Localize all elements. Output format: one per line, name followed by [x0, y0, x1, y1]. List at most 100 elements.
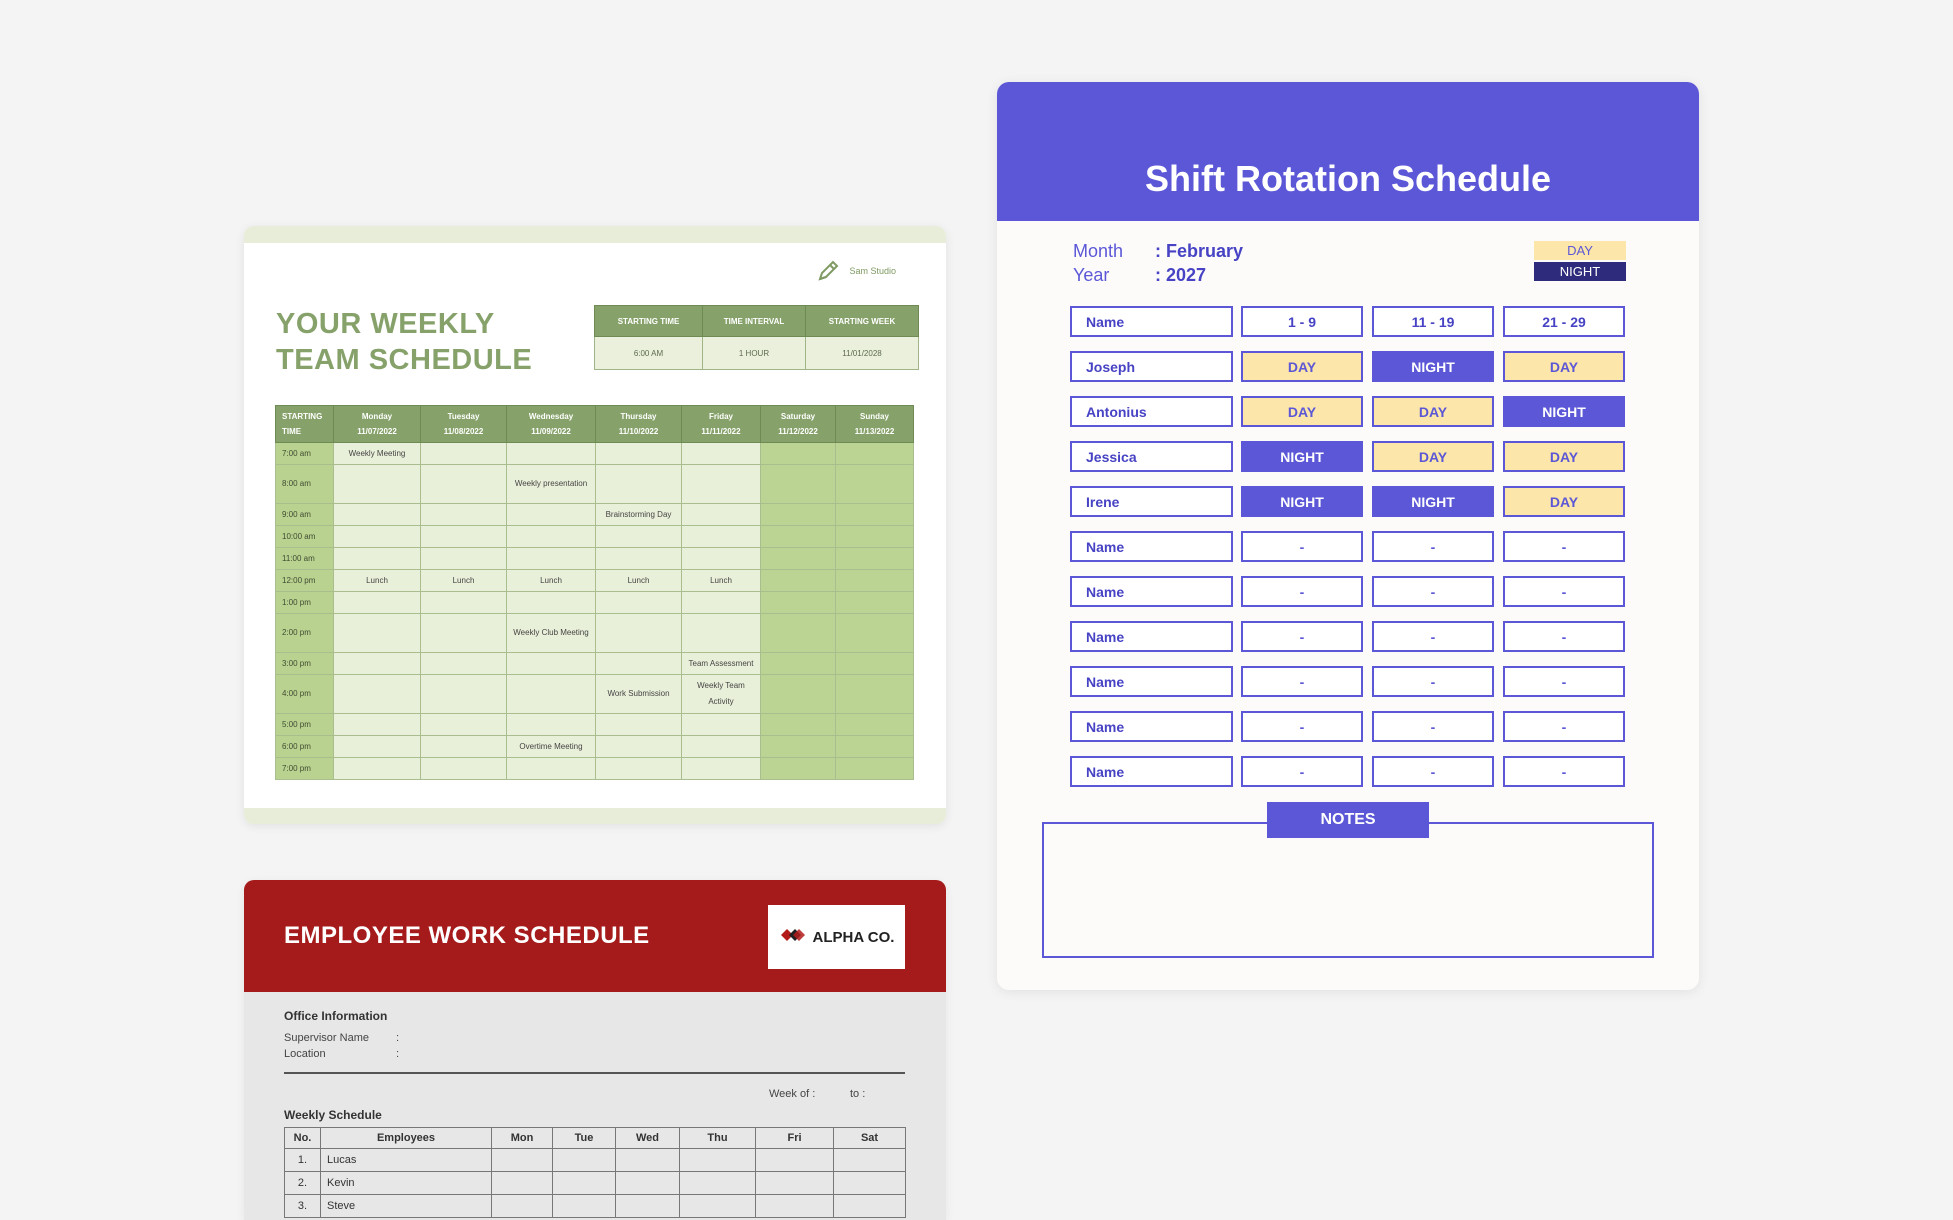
shift-cell[interactable]: DAY [1241, 396, 1363, 427]
employee-work-schedule-card[interactable]: EMPLOYEE WORK SCHEDULE ALPHA CO. Office … [244, 880, 946, 1220]
shift-cell[interactable]: - [1241, 621, 1363, 652]
shift-cell[interactable]: - [1503, 711, 1625, 742]
shift-cell[interactable]: NIGHT [1372, 486, 1494, 517]
employee-name-cell[interactable]: Name [1070, 531, 1233, 562]
schedule-cell[interactable] [333, 525, 421, 548]
schedule-cell[interactable] [835, 613, 914, 653]
schedule-cell[interactable] [760, 713, 836, 736]
schedule-cell[interactable]: Lunch [333, 569, 421, 592]
schedule-cell[interactable] [506, 757, 596, 780]
employee-name-cell[interactable]: Name [1070, 756, 1233, 787]
shift-cell[interactable] [755, 1148, 834, 1172]
shift-cell[interactable] [552, 1148, 616, 1172]
schedule-cell[interactable]: Brainstorming Day [595, 503, 682, 526]
shift-cell[interactable]: NIGHT [1241, 441, 1363, 472]
schedule-cell[interactable] [835, 674, 914, 714]
employee-name-cell[interactable]: Name [1070, 621, 1233, 652]
schedule-cell[interactable] [760, 613, 836, 653]
schedule-cell[interactable] [681, 735, 761, 758]
schedule-cell[interactable]: Weekly Club Meeting [506, 613, 596, 653]
schedule-cell[interactable] [333, 652, 421, 675]
schedule-cell[interactable] [420, 674, 507, 714]
shift-cell[interactable]: - [1503, 576, 1625, 607]
schedule-cell[interactable] [506, 525, 596, 548]
schedule-cell[interactable] [333, 757, 421, 780]
schedule-cell[interactable] [681, 713, 761, 736]
schedule-cell[interactable] [760, 547, 836, 570]
schedule-cell[interactable]: Weekly Team Activity [681, 674, 761, 714]
schedule-cell[interactable] [420, 757, 507, 780]
shift-cell[interactable]: DAY [1241, 351, 1363, 382]
schedule-cell[interactable] [835, 569, 914, 592]
shift-cell[interactable] [491, 1171, 553, 1195]
schedule-cell[interactable] [506, 652, 596, 675]
schedule-cell[interactable]: Weekly presentation [506, 464, 596, 504]
shift-cell[interactable] [491, 1148, 553, 1172]
schedule-cell[interactable]: Lunch [420, 569, 507, 592]
schedule-cell[interactable] [595, 613, 682, 653]
schedule-cell[interactable] [333, 591, 421, 614]
schedule-cell[interactable] [835, 757, 914, 780]
shift-cell[interactable] [615, 1194, 680, 1218]
schedule-cell[interactable]: Lunch [595, 569, 682, 592]
schedule-cell[interactable] [595, 713, 682, 736]
shift-cell[interactable]: - [1372, 531, 1494, 562]
shift-cell[interactable]: DAY [1503, 351, 1625, 382]
schedule-cell[interactable] [595, 525, 682, 548]
shift-cell[interactable]: NIGHT [1503, 396, 1625, 427]
schedule-cell[interactable] [420, 442, 507, 465]
employee-name-cell[interactable]: Jessica [1070, 441, 1233, 472]
schedule-cell[interactable] [760, 652, 836, 675]
shift-cell[interactable] [833, 1148, 906, 1172]
schedule-cell[interactable] [506, 442, 596, 465]
schedule-cell[interactable] [681, 591, 761, 614]
shift-cell[interactable]: - [1503, 531, 1625, 562]
shift-cell[interactable]: - [1241, 666, 1363, 697]
shift-cell[interactable] [833, 1194, 906, 1218]
schedule-cell[interactable] [681, 503, 761, 526]
shift-cell[interactable] [615, 1148, 680, 1172]
shift-cell[interactable]: - [1372, 621, 1494, 652]
schedule-cell[interactable] [333, 674, 421, 714]
shift-cell[interactable] [755, 1171, 834, 1195]
schedule-cell[interactable] [595, 652, 682, 675]
schedule-cell[interactable] [595, 547, 682, 570]
schedule-cell[interactable] [681, 442, 761, 465]
shift-cell[interactable]: DAY [1372, 441, 1494, 472]
schedule-cell[interactable] [420, 547, 507, 570]
schedule-cell[interactable]: Overtime Meeting [506, 735, 596, 758]
schedule-cell[interactable] [333, 503, 421, 526]
shift-cell[interactable] [615, 1171, 680, 1195]
weekly-team-schedule-card[interactable]: Sam Studio YOUR WEEKLY TEAM SCHEDULE STA… [244, 226, 946, 824]
shift-cell[interactable]: - [1241, 531, 1363, 562]
shift-cell[interactable]: - [1241, 756, 1363, 787]
schedule-cell[interactable] [835, 591, 914, 614]
schedule-cell[interactable] [595, 757, 682, 780]
notes-box[interactable] [1042, 822, 1654, 958]
shift-cell[interactable]: - [1241, 576, 1363, 607]
shift-cell[interactable]: - [1372, 711, 1494, 742]
shift-rotation-card[interactable]: Shift Rotation Schedule Month : February… [997, 82, 1699, 990]
schedule-cell[interactable] [760, 569, 836, 592]
schedule-cell[interactable] [681, 613, 761, 653]
schedule-cell[interactable] [420, 652, 507, 675]
schedule-cell[interactable] [835, 652, 914, 675]
schedule-cell[interactable] [835, 735, 914, 758]
schedule-cell[interactable] [333, 735, 421, 758]
employee-name-cell[interactable]: Irene [1070, 486, 1233, 517]
schedule-cell[interactable] [420, 613, 507, 653]
shift-cell[interactable] [833, 1171, 906, 1195]
schedule-cell[interactable]: Lunch [506, 569, 596, 592]
schedule-cell[interactable] [506, 547, 596, 570]
schedule-cell[interactable]: Weekly Meeting [333, 442, 421, 465]
shift-cell[interactable] [679, 1148, 756, 1172]
shift-cell[interactable] [679, 1194, 756, 1218]
employee-name-cell[interactable]: Name [1070, 711, 1233, 742]
schedule-cell[interactable] [420, 713, 507, 736]
schedule-cell[interactable] [595, 442, 682, 465]
schedule-cell[interactable] [760, 442, 836, 465]
schedule-cell[interactable] [760, 464, 836, 504]
shift-cell[interactable]: - [1241, 711, 1363, 742]
shift-cell[interactable]: NIGHT [1241, 486, 1363, 517]
schedule-cell[interactable] [506, 674, 596, 714]
